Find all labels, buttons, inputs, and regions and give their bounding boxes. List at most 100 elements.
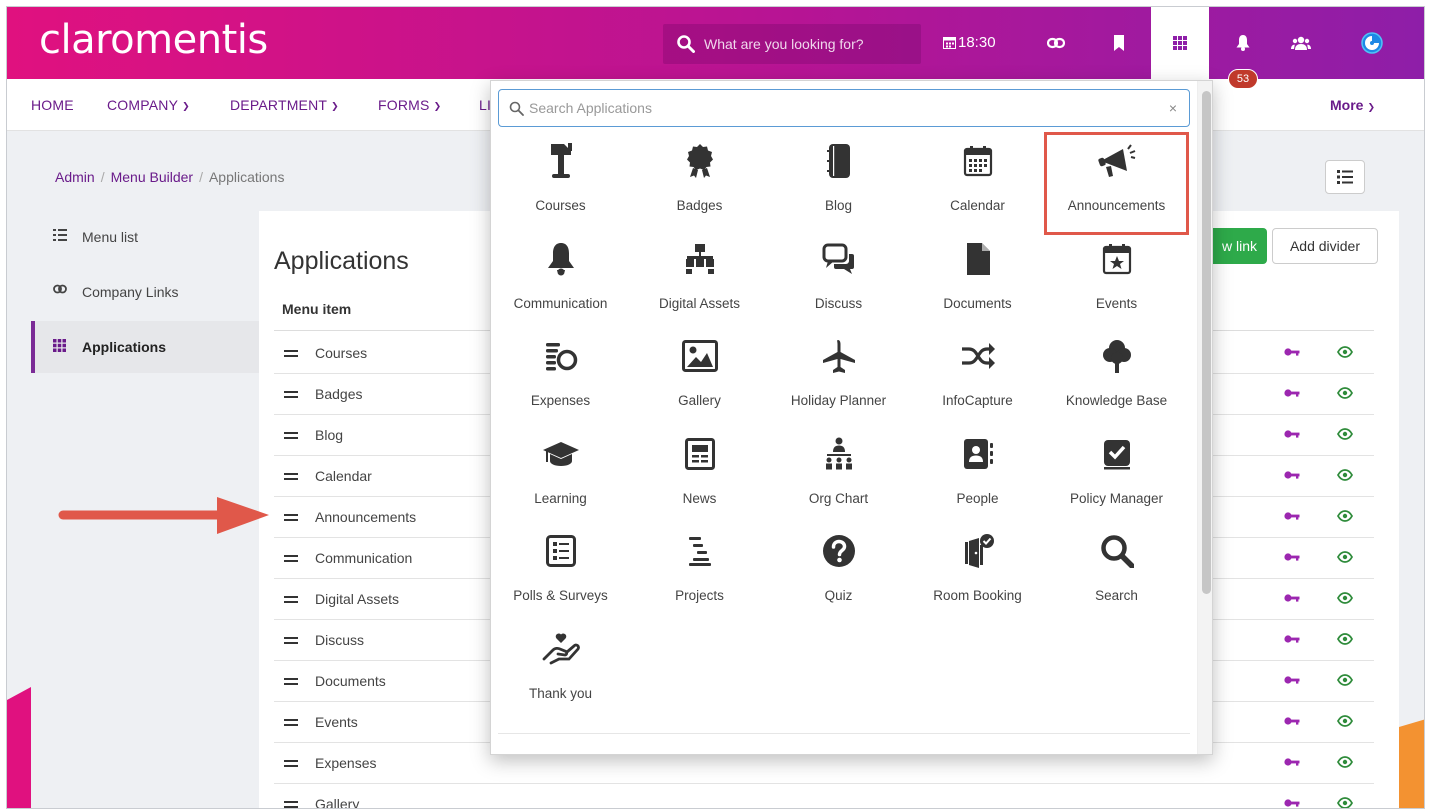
sidebar-item-company-links[interactable]: Company Links [31,266,259,318]
table-row[interactable]: Gallery [274,784,1374,809]
address-book-icon [908,434,1047,474]
app-tile-label: Calendar [950,198,1005,213]
app-tile-news[interactable]: News [630,428,769,525]
nav-department[interactable]: DEPARTMENT ❯ [230,97,339,113]
key-icon[interactable] [1284,428,1300,440]
app-tile-courses[interactable]: Courses [491,135,630,232]
breadcrumb-admin[interactable]: Admin [55,169,95,185]
clock[interactable]: 18:30 [943,34,996,51]
key-icon[interactable] [1284,387,1300,399]
nav-home[interactable]: HOME [31,97,74,113]
app-tile-quiz[interactable]: Quiz [769,525,908,622]
drag-handle-icon[interactable] [284,637,298,647]
profile-button[interactable] [1343,7,1401,79]
applications-button[interactable] [1151,7,1209,79]
eye-icon[interactable] [1337,674,1353,686]
sidebar-item-applications[interactable]: Applications [31,321,259,373]
people-button[interactable] [1272,7,1330,79]
app-tile-announcements[interactable]: Announcements [1044,132,1189,235]
nav-forms[interactable]: FORMS ❯ [378,97,441,113]
eye-icon[interactable] [1337,551,1353,563]
applications-search-input[interactable] [529,96,1149,120]
app-tile-thank-you[interactable]: Thank you [491,623,630,720]
link-icon [1047,37,1065,49]
app-tile-policy-manager[interactable]: Policy Manager [1047,428,1186,525]
drag-handle-icon[interactable] [284,432,298,442]
drag-handle-icon[interactable] [284,801,298,808]
app-tile-label: Holiday Planner [790,393,887,409]
app-tile-holiday-planner[interactable]: Holiday Planner [769,330,908,427]
chevron-down-icon: ❯ [1367,102,1375,112]
eye-icon[interactable] [1337,633,1353,645]
notebook-icon [769,141,908,181]
app-tile-label: People [956,490,999,506]
drag-handle-icon[interactable] [284,596,298,606]
key-icon[interactable] [1284,633,1300,645]
app-tile-digital-assets[interactable]: Digital Assets [630,233,769,330]
app-tile-gallery[interactable]: Gallery [630,330,769,427]
nav-more[interactable]: More ❯ [1330,97,1375,113]
app-tile-org-chart[interactable]: Org Chart [769,428,908,525]
drag-handle-icon[interactable] [284,760,298,770]
app-tile-expenses[interactable]: Expenses [491,330,630,427]
drag-handle-icon[interactable] [284,678,298,688]
app-tile-people[interactable]: People [908,428,1047,525]
key-icon[interactable] [1284,674,1300,686]
app-tile-badges[interactable]: Badges [630,135,769,232]
add-divider-button[interactable]: Add divider [1272,228,1378,264]
menu-item-label: Documents [315,673,386,689]
notification-count-badge[interactable]: 53 [1228,69,1258,89]
app-tile-projects[interactable]: Projects [630,525,769,622]
drag-handle-icon[interactable] [284,350,298,360]
toggle-list-button[interactable] [1325,160,1365,194]
app-tile-events[interactable]: Events [1047,233,1186,330]
app-tile-knowledge-base[interactable]: Knowledge Base [1047,330,1186,427]
global-search[interactable]: What are you looking for? [663,24,921,64]
eye-icon[interactable] [1337,469,1353,481]
eye-icon[interactable] [1337,592,1353,604]
eye-icon[interactable] [1337,715,1353,727]
key-icon[interactable] [1284,510,1300,522]
key-icon[interactable] [1284,797,1300,809]
app-tile-infocapture[interactable]: InfoCapture [908,330,1047,427]
key-icon[interactable] [1284,551,1300,563]
app-tile-calendar[interactable]: Calendar [908,135,1047,232]
chat-bubbles-icon [769,239,908,279]
file-icon [908,239,1047,279]
logo[interactable]: claromentis [39,17,268,63]
eye-icon[interactable] [1337,428,1353,440]
key-icon[interactable] [1284,715,1300,727]
sidebar-item-menu-list[interactable]: Menu list [31,211,259,263]
clear-search-button[interactable]: × [1169,100,1177,116]
eye-icon[interactable] [1337,797,1353,809]
nav-company[interactable]: COMPANY ❯ [107,97,190,113]
drag-handle-icon[interactable] [284,555,298,565]
app-tile-communication[interactable]: Communication [491,233,630,330]
key-icon[interactable] [1284,346,1300,358]
drag-handle-icon[interactable] [284,514,298,524]
eye-icon[interactable] [1337,510,1353,522]
key-icon[interactable] [1284,592,1300,604]
links-button[interactable] [1027,7,1085,79]
app-tile-search[interactable]: Search [1047,525,1186,622]
drag-handle-icon[interactable] [284,391,298,401]
drag-handle-icon[interactable] [284,719,298,729]
scrollbar-thumb[interactable] [1202,91,1211,594]
key-icon[interactable] [1284,756,1300,768]
breadcrumb-menu-builder[interactable]: Menu Builder [111,169,194,185]
eye-icon[interactable] [1337,387,1353,399]
eye-icon[interactable] [1337,346,1353,358]
image-icon [630,336,769,376]
app-tile-polls-and-surveys[interactable]: Polls & Surveys [491,525,630,622]
applications-search[interactable]: × [498,89,1190,127]
app-tile-learning[interactable]: Learning [491,428,630,525]
app-tile-blog[interactable]: Blog [769,135,908,232]
dropdown-scrollbar[interactable] [1197,81,1212,754]
eye-icon[interactable] [1337,756,1353,768]
app-tile-room-booking[interactable]: Room Booking [908,525,1047,622]
app-tile-documents[interactable]: Documents [908,233,1047,330]
drag-handle-icon[interactable] [284,473,298,483]
app-tile-discuss[interactable]: Discuss [769,233,908,330]
key-icon[interactable] [1284,469,1300,481]
bookmarks-button[interactable] [1090,7,1148,79]
